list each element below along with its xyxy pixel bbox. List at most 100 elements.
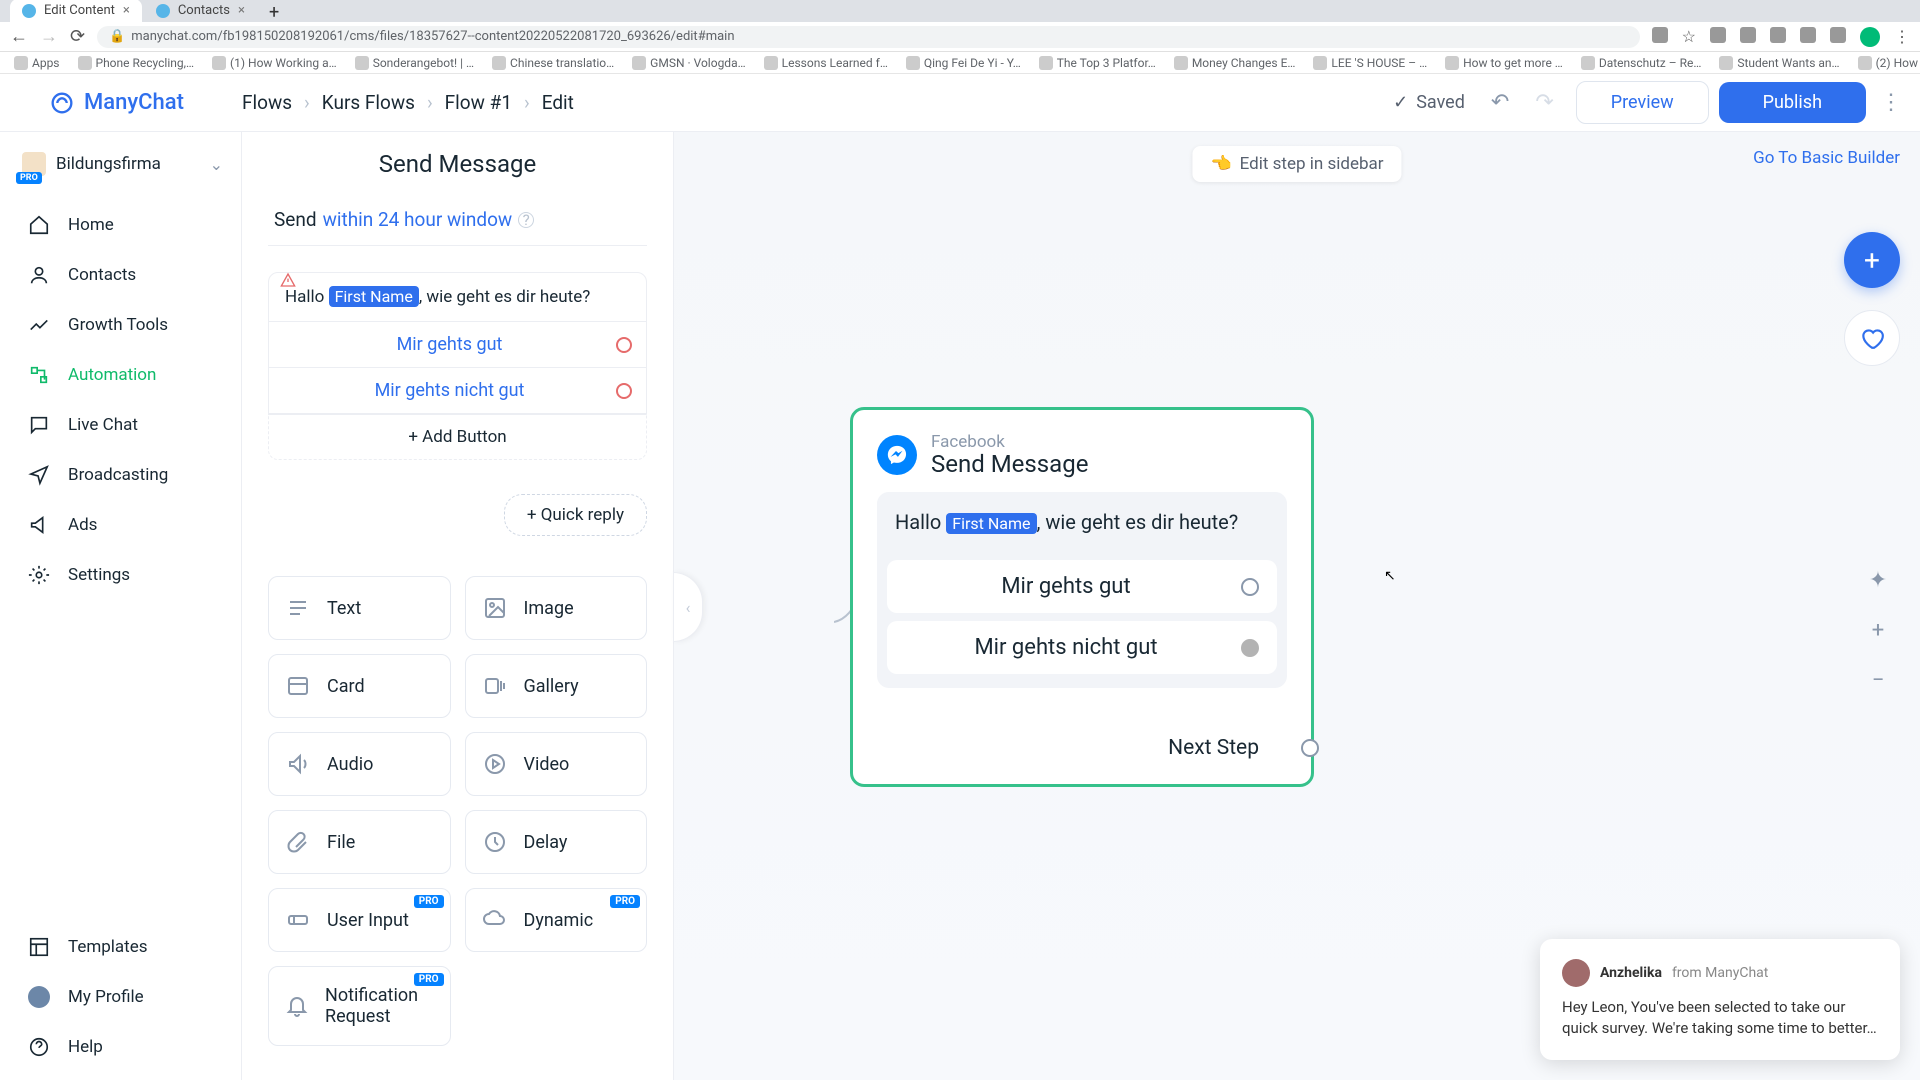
breadcrumb-item[interactable]: Flows [242,91,292,114]
bookmark-item[interactable]: How to get more … [1445,56,1563,70]
content-type-video[interactable]: Video [465,732,648,796]
extension-icon[interactable] [1652,27,1668,43]
tab-favicon-icon [156,4,170,18]
content-type-gallery[interactable]: Gallery [465,654,648,718]
content-type-user-input[interactable]: PROUser Input [268,888,451,952]
content-type-dynamic[interactable]: PRODynamic [465,888,648,952]
new-tab-button[interactable]: + [259,4,289,22]
bookmark-item[interactable]: Phone Recycling,… [78,56,195,70]
content-type-audio[interactable]: Audio [268,732,451,796]
output-port[interactable] [616,337,632,353]
bookmark-item[interactable]: Student Wants an… [1719,56,1839,70]
bookmark-item[interactable]: Datenschutz – Re… [1581,56,1702,70]
more-menu-button[interactable]: ⋮ [1880,90,1902,115]
bookmark-item[interactable]: (2) How To Add A… [1858,56,1920,70]
nav-settings[interactable]: Settings [0,550,241,600]
nav-ads[interactable]: Ads [0,500,241,550]
node-message-text[interactable]: Hallo First Name, wie geht es dir heute? [877,492,1287,552]
content-type-image[interactable]: Image [465,576,648,640]
reply-button-row[interactable]: Mir gehts gut [268,322,647,368]
bookmark-item[interactable]: Qing Fei De Yi - Y… [906,56,1021,70]
breadcrumb-item[interactable]: Flow #1 [445,91,512,114]
output-port[interactable] [1241,639,1259,657]
content-type-delay[interactable]: Delay [465,810,648,874]
message-text-block[interactable]: Hallo First Name, wie geht es dir heute? [268,272,647,322]
nav-home[interactable]: Home [0,200,241,250]
nav-contacts[interactable]: Contacts [0,250,241,300]
favorite-fab[interactable] [1844,310,1900,366]
breadcrumb-item[interactable]: Kurs Flows [322,91,415,114]
support-chat-popup[interactable]: Anzhelika from ManyChat Hey Leon, You've… [1540,939,1900,1061]
extension-icon[interactable] [1710,27,1726,43]
nav-reload-icon[interactable]: ⟳ [70,26,85,47]
favorite-icon[interactable]: ☆ [1682,27,1696,47]
nav-back-icon[interactable]: ← [10,26,28,47]
breadcrumb-item[interactable]: Edit [542,91,574,114]
content-type-file[interactable]: File [268,810,451,874]
bookmark-item[interactable]: Apps [14,56,60,70]
go-to-basic-builder-link[interactable]: Go To Basic Builder [1753,148,1900,168]
chat-sender-from: from ManyChat [1672,965,1768,981]
next-step-row[interactable]: Next Step [877,736,1287,760]
content-type-notification-request[interactable]: PRONotification Request [268,966,451,1046]
bookmark-item[interactable]: (1) How Working a… [212,56,337,70]
profile-avatar-icon[interactable] [1860,27,1880,47]
url-bar[interactable]: 🔒 manychat.com/fb198150208192061/cms/fil… [97,26,1640,48]
nav-broadcasting[interactable]: Broadcasting [0,450,241,500]
sidebar-collapse-handle[interactable]: ‹ [673,572,703,642]
extension-icon[interactable] [1770,27,1786,43]
variable-chip[interactable]: First Name [329,286,419,307]
nav-live-chat[interactable]: Live Chat [0,400,241,450]
extension-icon[interactable] [1830,27,1846,43]
quick-reply-button[interactable]: + Quick reply [504,494,647,536]
edit-step-in-sidebar-button[interactable]: 👈 Edit step in sidebar [1192,146,1401,182]
add-step-fab[interactable]: + [1844,232,1900,288]
tab-close-icon[interactable]: × [123,3,130,18]
browser-menu-icon[interactable]: ⋮ [1894,27,1910,47]
brand[interactable]: ManyChat [0,89,242,117]
bookmark-item[interactable]: Sonderangebot! | … [355,56,474,70]
org-switcher[interactable]: PRO Bildungsfirma ⌄ [0,146,241,200]
browser-tab[interactable]: Contacts × [144,0,257,22]
video-icon [482,751,508,777]
bookmark-item[interactable]: GMSN · Vologda… [632,56,745,70]
nav-automation[interactable]: Automation [0,350,241,400]
pro-badge: PRO [610,895,640,908]
reply-button-row[interactable]: Mir gehts nicht gut [268,368,647,414]
content-type-card[interactable]: Card [268,654,451,718]
flow-canvas[interactable]: 👈 Edit step in sidebar Go To Basic Build… [674,132,1920,1080]
undo-button[interactable]: ↶ [1491,90,1509,115]
browser-tab[interactable]: Edit Content × [10,0,142,22]
add-button-row[interactable]: + Add Button [268,414,647,460]
zoom-out-button[interactable]: − [1860,662,1896,698]
bookmark-item[interactable]: Chinese translatio… [492,56,614,70]
extension-icon[interactable] [1740,27,1756,43]
bookmark-item[interactable]: Money Changes E… [1174,56,1296,70]
bookmark-item[interactable]: LEE 'S HOUSE – … [1313,56,1427,70]
output-port[interactable] [616,383,632,399]
redo-button[interactable]: ↷ [1535,90,1553,115]
auto-layout-button[interactable]: ✦ [1860,562,1896,598]
nav-templates[interactable]: Templates [0,922,241,972]
output-port[interactable] [1301,739,1319,757]
nav-forward-icon[interactable]: → [40,26,58,47]
tab-close-icon[interactable]: × [238,3,245,18]
bookmark-icon [14,56,28,70]
nav-help[interactable]: Help [0,1022,241,1072]
send-message-node[interactable]: Facebook Send Message Hallo First Name, … [850,407,1314,787]
send-window-link[interactable]: within 24 hour window [323,208,513,231]
node-reply-button[interactable]: Mir gehts nicht gut [887,621,1277,674]
zoom-in-button[interactable]: + [1860,612,1896,648]
bookmark-item[interactable]: Lessons Learned f… [764,56,888,70]
nav-my-profile[interactable]: My Profile [0,972,241,1022]
nav-growth-tools[interactable]: Growth Tools [0,300,241,350]
node-reply-button[interactable]: Mir gehts gut [887,560,1277,613]
bookmark-item[interactable]: The Top 3 Platfor… [1039,56,1156,70]
output-port[interactable] [1241,578,1259,596]
publish-button[interactable]: Publish [1719,82,1866,123]
preview-button[interactable]: Preview [1576,81,1709,124]
bell-icon [285,993,309,1019]
extension-icon[interactable] [1800,27,1816,43]
info-icon[interactable]: ? [518,212,534,228]
content-type-text[interactable]: Text [268,576,451,640]
